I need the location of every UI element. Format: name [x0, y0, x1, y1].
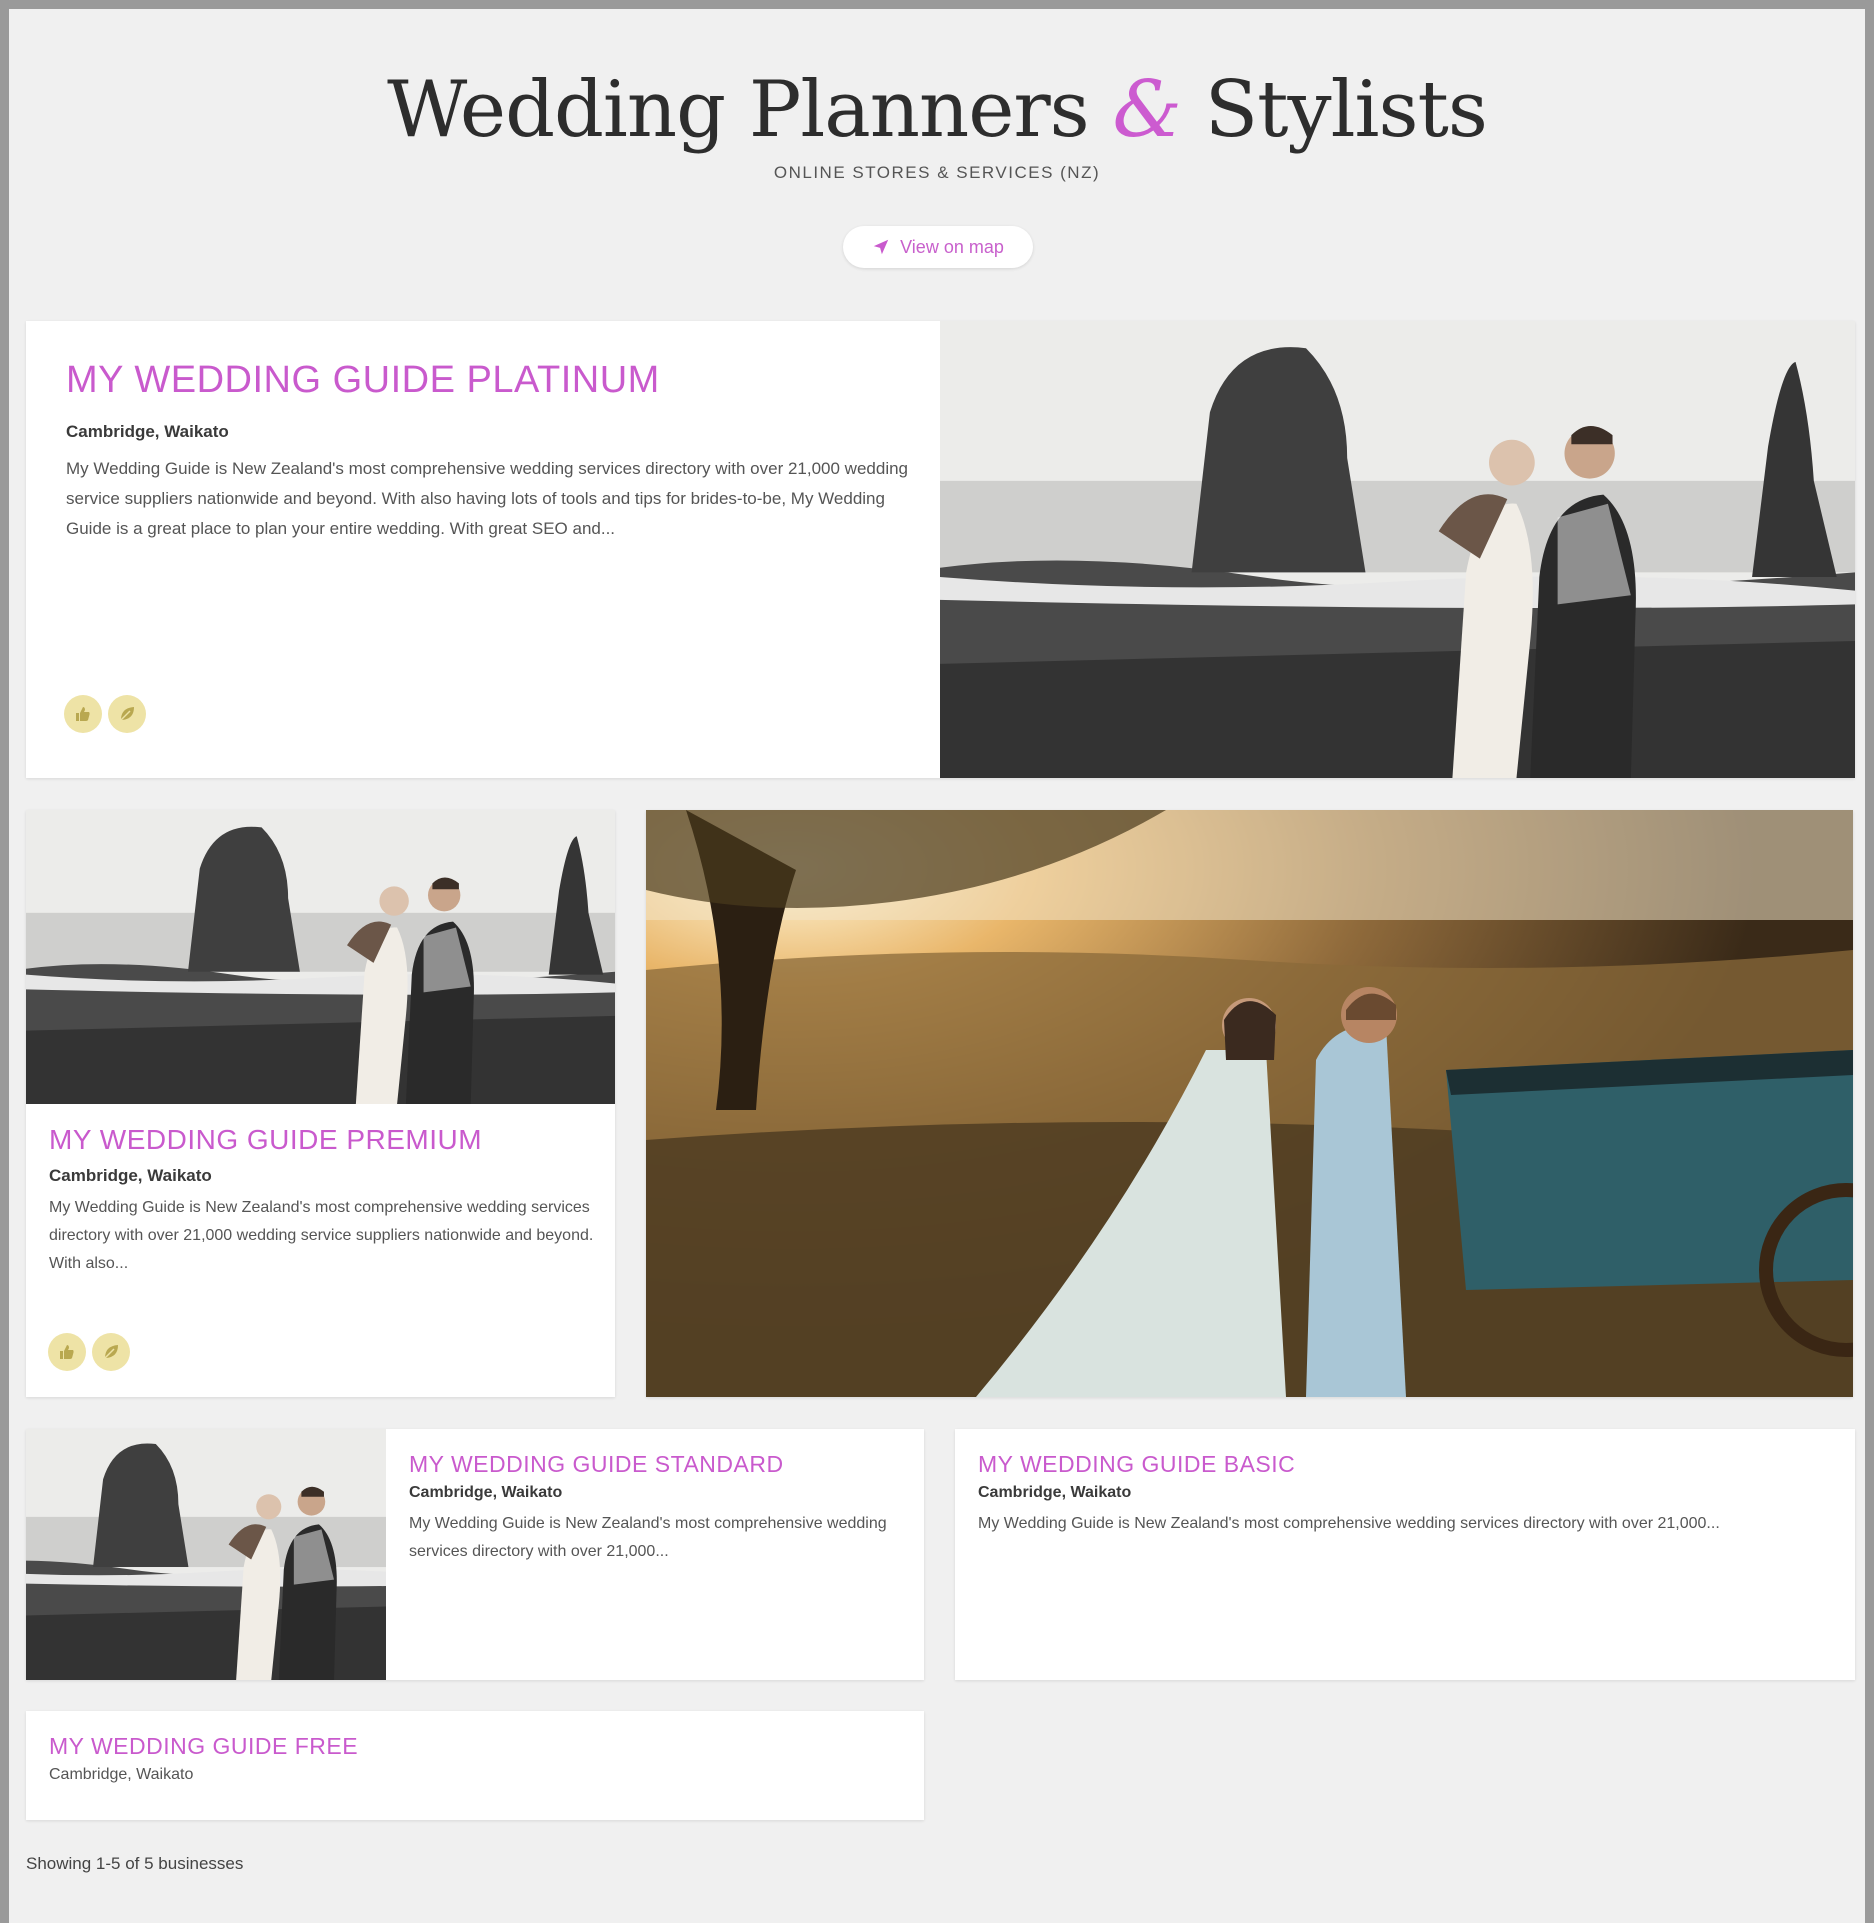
- leaf-icon: [108, 695, 146, 733]
- listing-card-standard[interactable]: MY WEDDING GUIDE STANDARD Cambridge, Wai…: [26, 1429, 924, 1680]
- view-on-map-button[interactable]: View on map: [843, 226, 1033, 268]
- thumbs-up-icon: [48, 1333, 86, 1371]
- thumbs-up-icon: [64, 695, 102, 733]
- listing-description: My Wedding Guide is New Zealand's most c…: [978, 1515, 1720, 1532]
- listing-photo: [940, 321, 1855, 778]
- listing-photo: [26, 1429, 386, 1680]
- listing-description: My Wedding Guide is New Zealand's most c…: [49, 1199, 594, 1272]
- listing-location: Cambridge, Waikato: [978, 1484, 1132, 1501]
- listing-card-premium[interactable]: MY WEDDING GUIDE PREMIUM Cambridge, Waik…: [26, 810, 615, 1397]
- listing-card-free[interactable]: MY WEDDING GUIDE FREE Cambridge, Waikato: [26, 1711, 924, 1820]
- listing-photo: [26, 810, 615, 1104]
- leaf-icon: [92, 1333, 130, 1371]
- listing-location: Cambridge, Waikato: [409, 1484, 563, 1501]
- listing-badges: [64, 695, 146, 733]
- listing-card-basic[interactable]: MY WEDDING GUIDE BASIC Cambridge, Waikat…: [955, 1429, 1855, 1680]
- title-ampersand: &: [1112, 65, 1182, 155]
- listing-description: My Wedding Guide is New Zealand's most c…: [409, 1515, 887, 1560]
- featured-photo: [646, 810, 1853, 1397]
- listing-title[interactable]: MY WEDDING GUIDE PLATINUM: [66, 359, 926, 402]
- page-title: Wedding Planners & Stylists: [0, 60, 1874, 160]
- listing-title[interactable]: MY WEDDING GUIDE PREMIUM: [49, 1124, 594, 1156]
- title-text-1: Wedding Planners: [387, 65, 1090, 155]
- featured-photo-card[interactable]: [646, 810, 1853, 1397]
- results-count: Showing 1-5 of 5 businesses: [26, 1854, 244, 1873]
- title-text-2: Stylists: [1204, 65, 1488, 155]
- listing-location: Cambridge, Waikato: [49, 1166, 212, 1185]
- listing-location: Cambridge, Waikato: [66, 422, 229, 441]
- listing-title[interactable]: MY WEDDING GUIDE BASIC: [978, 1451, 1833, 1478]
- listing-title[interactable]: MY WEDDING GUIDE FREE: [49, 1733, 904, 1760]
- listing-badges: [48, 1333, 130, 1371]
- listing-description: My Wedding Guide is New Zealand's most c…: [66, 459, 909, 538]
- location-arrow-icon: [872, 238, 890, 256]
- listing-location: Cambridge, Waikato: [49, 1766, 194, 1783]
- view-on-map-label: View on map: [900, 236, 1004, 257]
- listing-title[interactable]: MY WEDDING GUIDE STANDARD: [409, 1451, 899, 1478]
- listing-card-platinum[interactable]: MY WEDDING GUIDE PLATINUM Cambridge, Wai…: [26, 321, 1855, 778]
- page-subtitle: ONLINE STORES & SERVICES (NZ): [773, 163, 1101, 182]
